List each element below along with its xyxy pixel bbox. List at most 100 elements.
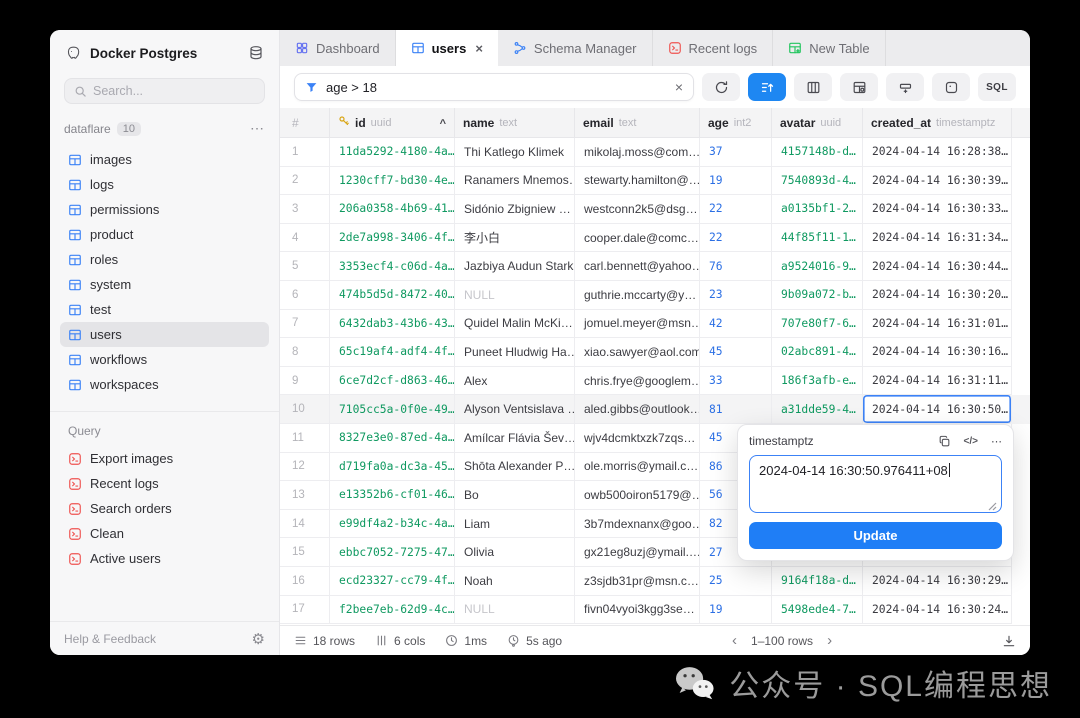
name-cell[interactable]: Noah (455, 567, 575, 596)
tab-users[interactable]: users × (396, 30, 498, 66)
header-email[interactable]: email text (575, 108, 700, 137)
prev-page-icon[interactable]: ‹ (732, 632, 737, 649)
focus-cell-button[interactable] (932, 73, 970, 101)
tab-recent-logs[interactable]: Recent logs (653, 30, 774, 66)
row-number-cell[interactable]: 9 (280, 367, 330, 396)
sidebar-table-item[interactable]: permissions (60, 197, 269, 222)
row-number-cell[interactable]: 16 (280, 567, 330, 596)
id-cell[interactable]: 7105cc5a-0f0e-49… (330, 395, 455, 424)
age-cell[interactable]: 81 (700, 395, 772, 424)
id-cell[interactable]: ebbc7052-7275-47… (330, 538, 455, 567)
table-row[interactable]: 7 6432dab3-43b6-43… Quidel Malin McKi… j… (280, 310, 1030, 339)
created-at-cell[interactable]: 2024-04-14 16:30:50… (863, 395, 1012, 424)
id-cell[interactable]: ecd23327-cc79-4f… (330, 567, 455, 596)
name-cell[interactable]: NULL (455, 281, 575, 310)
id-cell[interactable]: 6432dab3-43b6-43… (330, 310, 455, 339)
schema-row[interactable]: dataflare 10 ⋯ (50, 108, 279, 143)
code-view-icon[interactable]: </> (964, 436, 978, 447)
table-row[interactable]: 5 3353ecf4-c06d-4a… Jazbiya Audun Stark … (280, 252, 1030, 281)
sidebar-table-item[interactable]: roles (60, 247, 269, 272)
clear-filter-icon[interactable]: × (675, 79, 683, 95)
sidebar-table-item[interactable]: logs (60, 172, 269, 197)
tab-schema-manager[interactable]: Schema Manager (498, 30, 653, 66)
email-cell[interactable]: z3sjdb31pr@msn.c… (575, 567, 700, 596)
sidebar-query-item[interactable]: Clean (60, 521, 269, 546)
id-cell[interactable]: f2bee7eb-62d9-4c… (330, 596, 455, 625)
header-id[interactable]: id uuid ^ (330, 108, 455, 137)
sidebar-table-item[interactable]: users (60, 322, 269, 347)
row-number-cell[interactable]: 4 (280, 224, 330, 253)
row-number-cell[interactable]: 11 (280, 424, 330, 453)
avatar-cell[interactable]: 9b09a072-b… (772, 281, 863, 310)
avatar-cell[interactable]: 5498ede4-7… (772, 596, 863, 625)
created-at-cell[interactable]: 2024-04-14 16:31:11… (863, 367, 1012, 396)
add-row-button[interactable] (886, 73, 924, 101)
next-page-icon[interactable]: › (827, 632, 832, 649)
created-at-cell[interactable]: 2024-04-14 16:30:29… (863, 567, 1012, 596)
email-cell[interactable]: stewarty.hamilton@… (575, 167, 700, 196)
row-number-cell[interactable]: 2 (280, 167, 330, 196)
email-cell[interactable]: mikolaj.moss@com… (575, 138, 700, 167)
id-cell[interactable]: 3353ecf4-c06d-4a… (330, 252, 455, 281)
filter-input[interactable]: age > 18 × (294, 73, 694, 101)
id-cell[interactable]: 1230cff7-bd30-4e… (330, 167, 455, 196)
table-row[interactable]: 2 1230cff7-bd30-4e… Ranamers Mnemos… ste… (280, 167, 1030, 196)
created-at-cell[interactable]: 2024-04-14 16:28:38… (863, 138, 1012, 167)
table-row[interactable]: 10 7105cc5a-0f0e-49… Alyson Ventsislava … (280, 395, 1030, 424)
created-at-cell[interactable]: 2024-04-14 16:31:34… (863, 224, 1012, 253)
table-row[interactable]: 16 ecd23327-cc79-4f… Noah z3sjdb31pr@msn… (280, 567, 1030, 596)
table-row[interactable]: 3 206a0358-4b69-41… Sidónio Zbigniew … w… (280, 195, 1030, 224)
row-number-cell[interactable]: 17 (280, 596, 330, 625)
tab-dashboard[interactable]: Dashboard (280, 30, 396, 66)
header-created-at[interactable]: created_at timestamptz (863, 108, 1012, 137)
sidebar-table-item[interactable]: workspaces (60, 372, 269, 397)
header-avatar[interactable]: avatar uuid (772, 108, 863, 137)
header-age[interactable]: age int2 (700, 108, 772, 137)
id-cell[interactable]: 11da5292-4180-4a… (330, 138, 455, 167)
sort-button[interactable] (748, 73, 786, 101)
id-cell[interactable]: 2de7a998-3406-4f… (330, 224, 455, 253)
sidebar-query-item[interactable]: Search orders (60, 496, 269, 521)
created-at-cell[interactable]: 2024-04-14 16:30:39… (863, 167, 1012, 196)
name-cell[interactable]: Ranamers Mnemos… (455, 167, 575, 196)
update-button[interactable]: Update (749, 522, 1002, 549)
table-row[interactable]: 8 65c19af4-adf4-4f… Puneet Hludwig Ha… x… (280, 338, 1030, 367)
row-number-cell[interactable]: 13 (280, 481, 330, 510)
email-cell[interactable]: carl.bennett@yahoo… (575, 252, 700, 281)
database-icon[interactable] (247, 44, 265, 62)
row-number-cell[interactable]: 6 (280, 281, 330, 310)
row-number-cell[interactable]: 12 (280, 453, 330, 482)
email-cell[interactable]: cooper.dale@comc… (575, 224, 700, 253)
age-cell[interactable]: 19 (700, 596, 772, 625)
age-cell[interactable]: 37 (700, 138, 772, 167)
name-cell[interactable]: Puneet Hludwig Ha… (455, 338, 575, 367)
created-at-cell[interactable]: 2024-04-14 16:30:20… (863, 281, 1012, 310)
avatar-cell[interactable]: a31dde59-4… (772, 395, 863, 424)
avatar-cell[interactable]: 9164f18a-d… (772, 567, 863, 596)
help-feedback-link[interactable]: Help & Feedback (64, 632, 156, 646)
email-cell[interactable]: gx21eg8uzj@ymail.… (575, 538, 700, 567)
id-cell[interactable]: 6ce7d2cf-d863-46… (330, 367, 455, 396)
schema-menu-icon[interactable]: ⋯ (250, 120, 265, 137)
name-cell[interactable]: Alyson Ventsislava … (455, 395, 575, 424)
row-number-cell[interactable]: 3 (280, 195, 330, 224)
row-number-cell[interactable]: 7 (280, 310, 330, 339)
sidebar-query-item[interactable]: Active users (60, 546, 269, 571)
name-cell[interactable]: Sidónio Zbigniew … (455, 195, 575, 224)
age-cell[interactable]: 22 (700, 195, 772, 224)
avatar-cell[interactable]: a9524016-9… (772, 252, 863, 281)
sidebar-table-item[interactable]: test (60, 297, 269, 322)
created-at-cell[interactable]: 2024-04-14 16:30:16… (863, 338, 1012, 367)
table-row[interactable]: 1 11da5292-4180-4a… Thi Katlego Klimek m… (280, 138, 1030, 167)
copy-icon[interactable] (938, 435, 951, 448)
sidebar-query-item[interactable]: Export images (60, 446, 269, 471)
created-at-cell[interactable]: 2024-04-14 16:30:24… (863, 596, 1012, 625)
name-cell[interactable]: Jazbiya Audun Stark (455, 252, 575, 281)
email-cell[interactable]: chris.frye@googlem… (575, 367, 700, 396)
id-cell[interactable]: e99df4a2-b34c-4a… (330, 510, 455, 539)
id-cell[interactable]: d719fa0a-dc3a-45… (330, 453, 455, 482)
id-cell[interactable]: e13352b6-cf01-46… (330, 481, 455, 510)
age-cell[interactable]: 25 (700, 567, 772, 596)
name-cell[interactable]: Alex (455, 367, 575, 396)
id-cell[interactable]: 474b5d5d-8472-40… (330, 281, 455, 310)
